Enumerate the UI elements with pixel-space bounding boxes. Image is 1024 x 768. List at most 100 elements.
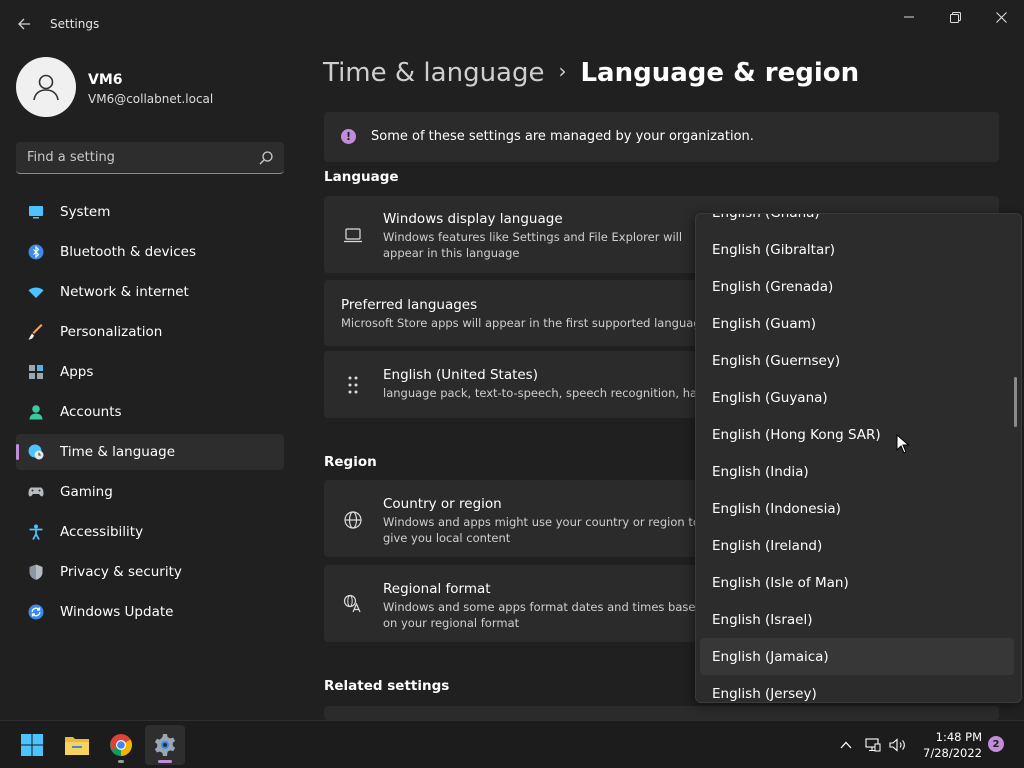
back-arrow-icon [18, 18, 30, 30]
dropdown-option[interactable]: English (Ireland) [700, 527, 1014, 564]
sidebar-item-time-language[interactable]: Time & language [16, 434, 284, 470]
restore-icon [949, 11, 961, 23]
back-button[interactable] [12, 12, 36, 36]
update-icon [28, 604, 44, 620]
laptop-icon [344, 228, 362, 243]
page-title: Language & region [580, 58, 860, 88]
window-title: Settings [50, 17, 100, 31]
card-title: Preferred languages [341, 297, 478, 313]
start-button[interactable] [12, 725, 52, 765]
sidebar-item-label: Time & language [60, 444, 176, 460]
sidebar-nav: System Bluetooth & devices Network & int… [16, 194, 284, 634]
managed-settings-banner: ! Some of these settings are managed by … [324, 112, 999, 162]
active-indicator [158, 760, 172, 763]
dropdown-option[interactable]: English (Hong Kong SAR) [700, 416, 1014, 453]
chrome-icon [110, 734, 132, 756]
settings-icon [154, 734, 176, 756]
gamepad-icon [28, 487, 44, 497]
related-settings-card[interactable] [324, 706, 999, 720]
dropdown-option[interactable]: English (Guernsey) [700, 342, 1014, 379]
person-icon [33, 74, 59, 101]
sidebar-item-label: Personalization [60, 324, 163, 340]
info-icon: ! [341, 129, 356, 144]
brush-icon [28, 324, 43, 340]
dropdown-option[interactable]: English (Guam) [700, 305, 1014, 342]
sidebar-item-bluetooth[interactable]: Bluetooth & devices [16, 234, 284, 270]
card-subtitle: Windows features like Settings and File … [383, 230, 683, 260]
dropdown-option[interactable]: English (Guyana) [700, 379, 1014, 416]
sidebar-item-privacy[interactable]: Privacy & security [16, 554, 284, 590]
sidebar-item-windows-update[interactable]: Windows Update [16, 594, 284, 630]
sidebar-item-personalization[interactable]: Personalization [16, 314, 284, 350]
dropdown-option[interactable]: English (Jersey) [700, 675, 1014, 702]
close-button[interactable] [978, 6, 1024, 28]
dropdown-option[interactable]: English (Ghana) [700, 214, 1014, 231]
search-input[interactable] [16, 142, 252, 173]
card-subtitle: Windows and apps might use your country … [383, 515, 700, 545]
dropdown-option[interactable]: English (Gibraltar) [700, 231, 1014, 268]
sidebar-item-label: Apps [60, 364, 94, 380]
translate-icon [343, 594, 361, 613]
sidebar-item-label: Network & internet [60, 284, 189, 300]
network-icon [865, 738, 881, 752]
apps-icon [29, 365, 43, 379]
show-hidden-icons-button[interactable] [833, 725, 859, 765]
wifi-icon [28, 287, 44, 298]
taskbar-clock[interactable]: 1:48 PM 7/28/2022 [912, 729, 982, 761]
sidebar-item-label: System [60, 204, 111, 220]
clock-time: 1:48 PM [935, 730, 982, 744]
volume-tray-button[interactable] [885, 725, 911, 765]
taskbar: 1:48 PM 7/28/2022 [0, 720, 1024, 768]
sidebar-item-label: Windows Update [60, 604, 174, 620]
dropdown-option-hovered[interactable]: English (Jamaica) [700, 638, 1014, 675]
taskbar-chrome[interactable] [101, 725, 141, 765]
dropdown-option[interactable]: English (Indonesia) [700, 490, 1014, 527]
breadcrumb-parent[interactable]: Time & language [323, 58, 544, 88]
sidebar-item-label: Privacy & security [60, 564, 182, 580]
sidebar-item-apps[interactable]: Apps [16, 354, 284, 390]
card-title: English (United States) [383, 367, 538, 383]
title-bar: Settings [0, 0, 1024, 48]
person-icon [29, 405, 43, 420]
banner-text: Some of these settings are managed by yo… [371, 129, 754, 144]
sidebar-item-label: Gaming [60, 484, 113, 500]
minimize-button[interactable] [886, 6, 932, 28]
notification-badge[interactable]: 2 [988, 736, 1004, 752]
sidebar-item-network[interactable]: Network & internet [16, 274, 284, 310]
card-subtitle: language pack, text-to-speech, speech re… [383, 386, 703, 400]
dropdown-option[interactable]: English (Israel) [700, 601, 1014, 638]
sidebar-item-system[interactable]: System [16, 194, 284, 230]
dropdown-options: English (Ghana) English (Gibraltar) Engl… [696, 214, 1018, 702]
card-title: Country or region [383, 496, 502, 512]
user-email: VM6@collabnet.local [88, 92, 214, 106]
network-tray-button[interactable] [860, 725, 886, 765]
start-icon [21, 734, 43, 756]
card-title: Regional format [383, 581, 491, 597]
search-box[interactable] [16, 142, 284, 174]
sidebar-item-label: Bluetooth & devices [60, 244, 197, 260]
dropdown-option[interactable]: English (India) [700, 453, 1014, 490]
card-subtitle: Microsoft Store apps will appear in the … [341, 316, 701, 330]
taskbar-settings[interactable] [145, 725, 185, 765]
minimize-icon [904, 16, 914, 18]
language-heading: Language [324, 169, 399, 185]
running-indicator [118, 760, 124, 763]
search-icon[interactable] [258, 150, 274, 166]
breadcrumb-separator: › [558, 59, 567, 83]
sidebar-item-accounts[interactable]: Accounts [16, 394, 284, 430]
chevron-up-icon [840, 741, 852, 749]
accessibility-icon [29, 524, 43, 540]
sidebar-item-gaming[interactable]: Gaming [16, 474, 284, 510]
dropdown-scrollbar[interactable] [1014, 377, 1017, 427]
sidebar-item-accessibility[interactable]: Accessibility [16, 514, 284, 550]
avatar [16, 57, 76, 117]
maximize-button[interactable] [932, 6, 978, 28]
drag-handle-icon[interactable] [343, 375, 363, 395]
mouse-cursor-icon [896, 434, 910, 454]
language-dropdown-list[interactable]: English (Ghana) English (Gibraltar) Engl… [695, 213, 1022, 703]
taskbar-file-explorer[interactable] [57, 725, 97, 765]
user-profile[interactable]: VM6 VM6@collabnet.local [16, 57, 286, 119]
dropdown-option[interactable]: English (Grenada) [700, 268, 1014, 305]
shield-icon [29, 564, 43, 580]
dropdown-option[interactable]: English (Isle of Man) [700, 564, 1014, 601]
